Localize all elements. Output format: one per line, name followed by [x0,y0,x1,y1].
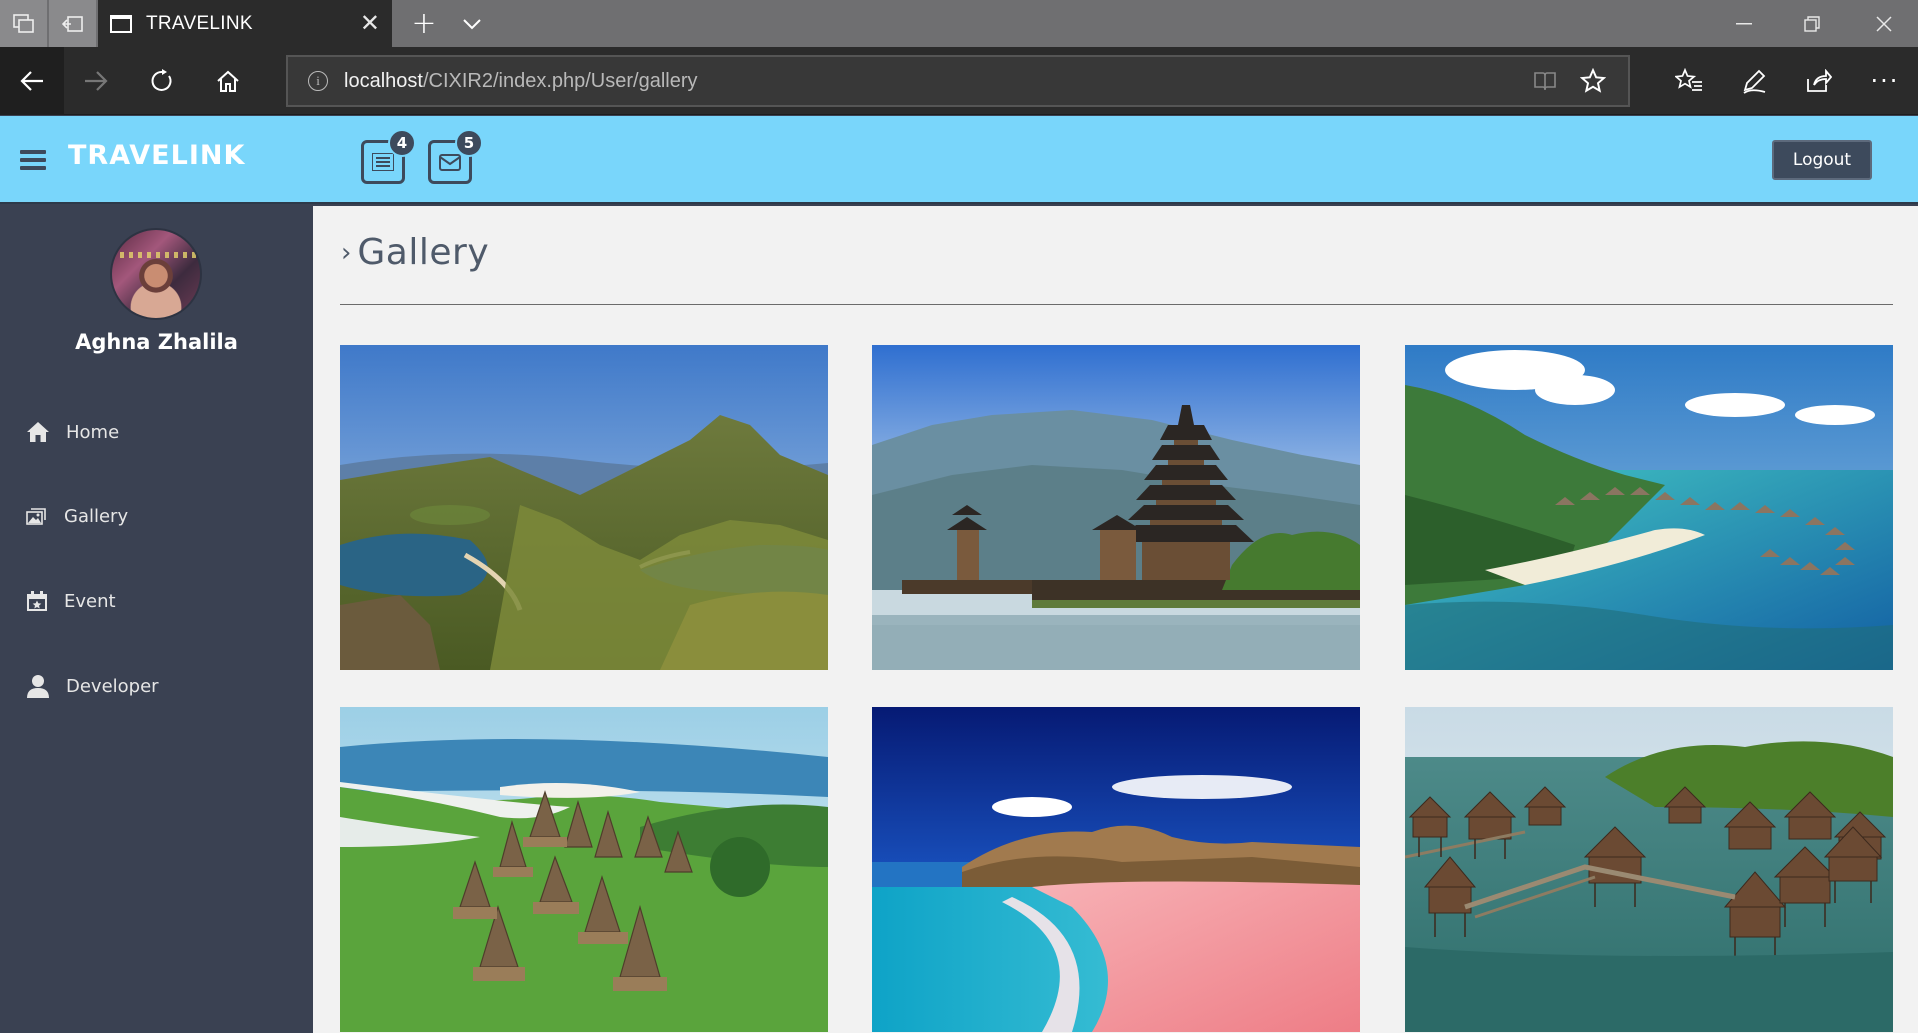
back-icon[interactable] [0,47,64,115]
envelope-icon [439,153,461,171]
lake-temple-pagoda-photo[interactable] [872,345,1360,670]
page-title: Gallery [357,232,490,273]
sidebar-item-event[interactable]: Event [26,583,116,619]
site-info-icon[interactable]: i [308,71,328,91]
title-divider [340,304,1893,305]
page-favicon-icon [110,14,132,33]
tabs-aside-icon[interactable] [49,0,96,47]
refresh-icon[interactable] [130,47,194,115]
sidebar-item-label: Developer [66,675,159,697]
stilt-bungalows-sea-photo[interactable] [1405,707,1893,1032]
tasks-button[interactable]: 4 [361,129,416,184]
reading-view-icon[interactable] [1534,70,1556,96]
tab-title: TRAVELINK [146,12,253,34]
pink-beach-photo[interactable] [872,707,1360,1032]
browser-nav-bar: i localhost/CIXIR2/index.php/User/galler… [0,47,1918,115]
sidebar: Aghna Zhalila Home Gallery Event Develop… [0,206,313,1033]
chevron-down-icon[interactable] [452,0,492,47]
traditional-village-roofs-photo[interactable] [340,707,828,1032]
sidebar-item-developer[interactable]: Developer [26,668,159,704]
avatar [110,228,202,320]
hamburger-menu-icon[interactable] [20,150,46,170]
web-note-pen-icon[interactable] [1722,47,1786,115]
forward-icon[interactable] [64,47,128,115]
close-window-icon[interactable] [1850,0,1918,47]
tasks-count-badge: 4 [388,129,416,157]
chevron-right-icon: › [341,237,352,268]
breadcrumb: › Gallery [341,232,489,273]
sidebar-item-label: Home [66,421,120,443]
list-icon [372,153,394,171]
home-icon[interactable] [196,47,260,115]
new-tab-icon[interactable]: + [404,0,444,47]
address-bar[interactable]: i localhost/CIXIR2/index.php/User/galler… [286,55,1630,107]
more-options-icon[interactable]: ··· [1853,47,1917,115]
close-tab-icon[interactable]: ✕ [360,10,380,36]
brand-logo[interactable]: TRAVELINK [68,140,245,171]
favorites-hub-icon[interactable] [1657,47,1721,115]
app-header: TRAVELINK 4 5 Logout [0,116,1918,204]
share-icon[interactable] [1787,47,1851,115]
sidebar-item-home[interactable]: Home [26,414,119,450]
tropical-overwater-resort-photo[interactable] [1405,345,1893,670]
browser-tab-bar: TRAVELINK ✕ + [0,0,1918,47]
sidebar-item-label: Event [64,590,116,612]
favorite-star-icon[interactable] [1579,67,1607,98]
minimize-icon[interactable] [1710,0,1778,47]
tab-preview-icon[interactable] [0,0,47,47]
browser-tab[interactable]: TRAVELINK ✕ [98,0,392,47]
url-text: localhost/CIXIR2/index.php/User/gallery [344,69,698,92]
calendar-icon [27,591,47,611]
padar-island-hills-photo[interactable] [340,345,828,670]
restore-icon[interactable] [1778,0,1846,47]
messages-button[interactable]: 5 [428,129,483,184]
home-icon [27,422,49,442]
sidebar-item-label: Gallery [64,505,129,527]
gallery-icon [26,508,46,525]
user-icon [27,675,49,698]
user-name: Aghna Zhalila [75,330,238,354]
main-content: › Gallery [313,206,1918,1033]
sidebar-item-gallery[interactable]: Gallery [26,498,128,534]
messages-count-badge: 5 [455,129,483,157]
logout-button[interactable]: Logout [1772,140,1872,180]
